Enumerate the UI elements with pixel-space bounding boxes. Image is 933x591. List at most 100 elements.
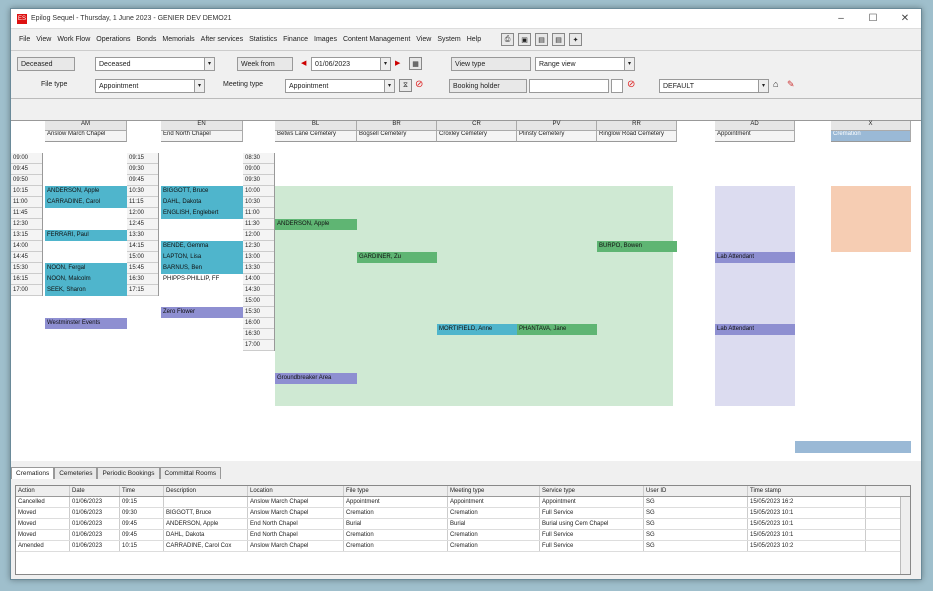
booking-cr[interactable]: MORTIFIELD, Anne <box>437 324 517 335</box>
booking-en[interactable]: PHIPPS-PHILLIP, FF <box>161 274 243 285</box>
booking-ad[interactable]: Lab Attendant <box>715 324 795 335</box>
booking-am[interactable]: CARRADINE, Carol <box>45 197 127 208</box>
selected-slot[interactable] <box>795 441 911 453</box>
col-date[interactable]: Date <box>70 486 120 496</box>
booking-bl[interactable]: Groundbreaker Area <box>275 373 357 384</box>
menu-view-2[interactable]: View <box>416 36 431 43</box>
menu-workflow[interactable]: Work Flow <box>57 36 90 43</box>
col-header-bl[interactable]: BL <box>275 121 357 131</box>
col-header-am[interactable]: AM <box>45 121 127 131</box>
deceased-select[interactable]: Deceased ▾ <box>95 57 215 71</box>
clear-booking-holder-icon[interactable]: ⊘ <box>627 79 635 90</box>
col-service-type[interactable]: Service type <box>540 486 644 496</box>
chevron-down-icon[interactable]: ▾ <box>384 80 394 92</box>
filter-icon[interactable]: ⧖ <box>399 79 412 92</box>
col-header-rr[interactable]: RR <box>597 121 677 131</box>
col-header-br[interactable]: BR <box>357 121 437 131</box>
arrow-left-icon[interactable]: ◀ <box>301 59 306 67</box>
reset-layout-icon[interactable]: ✎ <box>787 79 795 90</box>
tab-cemeteries[interactable]: Cemeteries <box>54 467 98 479</box>
menu-finance[interactable]: Finance <box>283 36 308 43</box>
col-header-cr[interactable]: CR <box>437 121 517 131</box>
col-time-stamp[interactable]: Time stamp <box>748 486 866 496</box>
minimize-icon[interactable]: – <box>825 13 857 24</box>
table-row[interactable]: Moved 01/06/2023 09:45 ANDERSON, Apple E… <box>16 519 910 530</box>
calendar-icon[interactable]: ▦ <box>409 57 422 70</box>
file-type-select[interactable]: Appointment ▾ <box>95 79 205 93</box>
col-meeting-type[interactable]: Meeting type <box>448 486 540 496</box>
booking-am[interactable]: Westminster Events <box>45 318 127 329</box>
menu-bonds[interactable]: Bonds <box>137 36 157 43</box>
menu-after-services[interactable]: After services <box>201 36 243 43</box>
col-header-ad[interactable]: AD <box>715 121 795 131</box>
booking-am[interactable]: FERRARI, Paul <box>45 230 127 241</box>
booking-en[interactable]: DAHL, Dakota <box>161 197 243 208</box>
tab-committal-rooms[interactable]: Committal Rooms <box>159 467 222 479</box>
booking-en[interactable]: ENGLISH, Englebert <box>161 208 243 219</box>
booking-holder-input[interactable] <box>529 79 609 93</box>
week-from-date-input[interactable]: 01/06/2023 ▾ <box>311 57 391 71</box>
chevron-down-icon[interactable]: ▾ <box>194 80 204 92</box>
col-header-en[interactable]: EN <box>161 121 243 131</box>
booking-en[interactable]: BIGGOTT, Bruce <box>161 186 243 197</box>
table-row[interactable]: Moved 01/06/2023 09:30 BIGGOTT, Bruce An… <box>16 508 910 519</box>
print-icon[interactable]: ⎙ <box>501 33 515 46</box>
vertical-scrollbar[interactable] <box>900 497 910 574</box>
booking-bl[interactable]: ANDERSON, Apple <box>275 219 357 230</box>
save-layout-icon[interactable]: ⌂ <box>773 79 778 89</box>
chevron-down-icon[interactable]: ▾ <box>624 58 634 70</box>
menu-memorials[interactable]: Memorials <box>162 36 194 43</box>
clear-filter-icon[interactable]: ⊘ <box>415 79 423 90</box>
close-icon[interactable]: ✕ <box>889 13 921 24</box>
booking-ad[interactable]: Lab Attendant <box>715 252 795 263</box>
cell: End North Chapel <box>248 519 344 529</box>
booking-am[interactable]: SEEK, Sharon <box>45 285 127 296</box>
table-row[interactable]: Moved 01/06/2023 09:45 DAHL, Dakota End … <box>16 530 910 541</box>
col-action[interactable]: Action <box>16 486 70 496</box>
menu-content-management[interactable]: Content Management <box>343 36 410 43</box>
booking-pv[interactable]: PHANTAVA, Jane <box>517 324 597 335</box>
booking-rr[interactable]: BURPO, Bowen <box>597 241 677 252</box>
booking-holder-picker[interactable] <box>611 79 623 93</box>
menu-help[interactable]: Help <box>467 36 481 43</box>
time-slot: 12:30 <box>243 241 274 252</box>
document-icon[interactable]: ▤ <box>535 33 549 46</box>
menu-operations[interactable]: Operations <box>96 36 130 43</box>
chevron-down-icon[interactable]: ▾ <box>204 58 214 70</box>
menu-view[interactable]: View <box>36 36 51 43</box>
table-row[interactable]: Amended 01/06/2023 10:15 CARRADINE, Caro… <box>16 541 910 552</box>
menu-system[interactable]: System <box>437 36 460 43</box>
booking-am[interactable]: ANDERSON, Apple <box>45 186 127 197</box>
tab-periodic-bookings[interactable]: Periodic Bookings <box>97 467 160 479</box>
tools-icon[interactable]: ✦ <box>569 33 583 46</box>
chevron-down-icon[interactable]: ▾ <box>758 80 768 92</box>
menu-file[interactable]: File <box>19 36 30 43</box>
booking-en[interactable]: BENDE, Gemma <box>161 241 243 252</box>
arrow-right-icon[interactable]: ▶ <box>395 59 400 67</box>
booking-en[interactable]: Zero Flower <box>161 307 243 318</box>
document-2-icon[interactable]: ▤ <box>552 33 566 46</box>
default-select[interactable]: DEFAULT ▾ <box>659 79 769 93</box>
chevron-down-icon[interactable]: ▾ <box>380 58 390 70</box>
booking-en[interactable]: BARNUS, Ben <box>161 263 243 274</box>
col-time[interactable]: Time <box>120 486 164 496</box>
booking-am[interactable]: NOON, Fergal <box>45 263 127 274</box>
col-header-x[interactable]: X <box>831 121 911 131</box>
maximize-icon[interactable]: ☐ <box>857 13 889 24</box>
col-description[interactable]: Description <box>164 486 248 496</box>
col-header-pv[interactable]: PV <box>517 121 597 131</box>
booking-en[interactable]: LAPTON, Lisa <box>161 252 243 263</box>
table-row[interactable]: Cancelled 01/06/2023 09:15 Anslow March … <box>16 497 910 508</box>
tab-cremations[interactable]: Cremations <box>11 467 55 479</box>
menu-statistics[interactable]: Statistics <box>249 36 277 43</box>
cell: Full Service <box>540 530 644 540</box>
col-user-id[interactable]: User ID <box>644 486 748 496</box>
col-location[interactable]: Location <box>248 486 344 496</box>
booking-am[interactable]: NOON, Malcolm <box>45 274 127 285</box>
view-type-select[interactable]: Range view ▾ <box>535 57 635 71</box>
menu-images[interactable]: Images <box>314 36 337 43</box>
col-file-type[interactable]: File type <box>344 486 448 496</box>
truck-icon[interactable]: ▣ <box>518 33 532 46</box>
meeting-type-select[interactable]: Appointment ▾ <box>285 79 395 93</box>
booking-br[interactable]: GARDINER, Zu <box>357 252 437 263</box>
